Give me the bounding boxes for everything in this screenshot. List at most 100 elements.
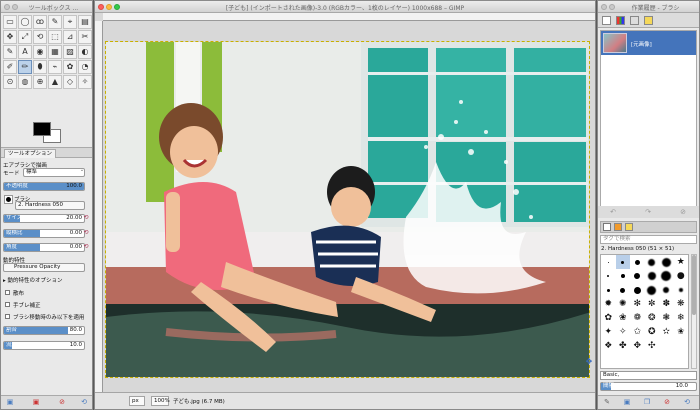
brush-thumbnail[interactable]: ✻ — [630, 297, 645, 311]
brush-thumbnail[interactable]: ✺ — [616, 297, 631, 311]
brush-thumbnail[interactable] — [601, 283, 616, 297]
tool-icon[interactable]: ▭ — [3, 15, 17, 29]
tool-icon[interactable]: ⟲ — [33, 30, 47, 44]
size-slider[interactable]: サイズ 20.00 — [3, 214, 85, 223]
tool-icon[interactable]: ✐ — [3, 60, 17, 74]
flow-slider[interactable]: 流量 10.0 — [3, 341, 85, 350]
angle-slider[interactable]: 角度 0.00 — [3, 243, 85, 252]
zoom-select[interactable]: 100% — [151, 396, 170, 406]
brush-thumbnail[interactable] — [645, 269, 660, 283]
brush-thumbnail[interactable] — [630, 283, 645, 297]
foreground-color-swatch[interactable] — [33, 122, 51, 136]
undo-icon[interactable]: ↶ — [608, 208, 618, 217]
brushes-tab-icon[interactable] — [603, 223, 611, 231]
brush-thumbnail[interactable]: ❋ — [674, 297, 689, 311]
tool-icon[interactable]: ✏ — [18, 60, 32, 74]
brush-thumbnail[interactable]: ❂ — [645, 311, 660, 325]
hard-checkbox[interactable] — [5, 314, 10, 319]
tool-icon[interactable]: ✂ — [78, 30, 92, 44]
canvas-area[interactable]: ✥ — [95, 13, 595, 392]
smooth-checkbox[interactable] — [5, 302, 10, 307]
redo-icon[interactable]: ↷ — [643, 208, 653, 217]
tool-icon[interactable]: ◐ — [78, 45, 92, 59]
tool-icon[interactable]: ◯ — [18, 15, 32, 29]
layers-tab-icon[interactable] — [602, 16, 611, 25]
delete-brush-icon[interactable]: ⊘ — [662, 398, 672, 407]
brush-grid[interactable]: ★ ● ✹ ✺ ✻ ✼ ✽ ❋ ✿ ❀ ❁ ❂ ❃ ❄ ✦ ✧ ✩ ✪ ✫ ✬ ❖ ✤ ✥ ✣ — [600, 254, 689, 369]
tool-icon[interactable]: ꝏ — [33, 15, 47, 29]
color-swatches[interactable] — [29, 119, 69, 149]
brush-thumbnail[interactable]: ✩ — [630, 325, 645, 339]
brush-thumbnail[interactable] — [601, 269, 616, 283]
brush-thumbnail[interactable]: ❃ — [659, 311, 674, 325]
brush-thumbnail[interactable]: ✤ — [616, 339, 631, 353]
spacing-slider[interactable]: 間隔 10.0 — [600, 382, 697, 391]
tab-tool-options[interactable]: ツールオプション — [4, 149, 57, 158]
tool-icon[interactable]: ✎ — [3, 45, 17, 59]
brush-thumbnail[interactable]: ★ — [674, 255, 689, 269]
reset-size-icon[interactable]: ⟲ — [83, 215, 89, 222]
history-list[interactable]: [元画像] — [600, 30, 697, 210]
brush-thumbnail[interactable]: ✦ — [601, 325, 616, 339]
brush-thumbnail[interactable]: ✿ — [601, 311, 616, 325]
image-titlebar[interactable]: [子ども] (インポートされた画像)-3.0 (RGBカラー、1枚のレイヤー) … — [95, 1, 595, 13]
reset-options-icon[interactable]: ⟲ — [79, 398, 89, 407]
brush-thumbnail[interactable] — [616, 269, 631, 283]
tool-icon[interactable]: ✎ — [48, 15, 62, 29]
tool-icon[interactable]: ⤢ — [18, 30, 32, 44]
reset-aspect-icon[interactable]: ⟲ — [83, 230, 89, 237]
brush-preset-select[interactable]: Basic, — [600, 371, 697, 380]
tool-icon[interactable]: ◍ — [18, 75, 32, 89]
navigate-icon[interactable]: ✥ — [585, 358, 593, 366]
tool-icon[interactable]: A — [18, 45, 32, 59]
save-preset-icon[interactable]: ▣ — [5, 398, 15, 407]
vertical-ruler[interactable] — [95, 21, 103, 392]
refresh-brushes-icon[interactable]: ⟲ — [682, 398, 692, 407]
brush-thumbnail[interactable]: ✼ — [645, 297, 660, 311]
scrollbar-thumb[interactable] — [692, 255, 696, 315]
edit-brush-icon[interactable]: ✎ — [602, 398, 612, 407]
new-brush-icon[interactable]: ▣ — [622, 398, 632, 407]
opacity-slider[interactable]: 不透明度 100.0 — [3, 182, 85, 191]
brush-thumbnail[interactable]: ✽ — [659, 297, 674, 311]
brush-thumbnail[interactable]: ✧ — [616, 325, 631, 339]
brush-thumbnail[interactable] — [674, 283, 689, 297]
brush-thumbnail[interactable] — [645, 283, 660, 297]
brush-field[interactable]: 2. Hardness 050 — [15, 201, 85, 210]
tool-icon[interactable]: ✥ — [3, 30, 17, 44]
rate-slider[interactable]: 割合 80.0 — [3, 326, 85, 335]
tool-icon[interactable]: ⬮ — [33, 60, 47, 74]
tool-icon[interactable]: ⌁ — [48, 60, 62, 74]
tool-icon[interactable]: ⊿ — [63, 30, 77, 44]
paths-tab-icon[interactable] — [630, 16, 639, 25]
brush-thumbnail[interactable] — [630, 255, 645, 269]
brush-thumbnail[interactable] — [601, 255, 616, 269]
dynamics-field[interactable]: Pressure Opacity — [3, 263, 85, 272]
brush-thumbnail[interactable]: ❄ — [674, 311, 689, 325]
restore-preset-icon[interactable]: ▣ — [31, 398, 41, 407]
brushes-titlebar[interactable]: 作業履歴 - ブラシ — [598, 1, 699, 13]
brush-thumbnail[interactable] — [630, 269, 645, 283]
tool-icon[interactable]: ⌖ — [63, 15, 77, 29]
tool-icon[interactable]: ◉ — [33, 45, 47, 59]
gradients-tab-icon[interactable] — [625, 223, 633, 231]
channels-tab-icon[interactable] — [616, 16, 625, 25]
brush-thumbnail[interactable]: ✥ — [630, 339, 645, 353]
brush-thumbnail[interactable]: ● — [674, 269, 689, 283]
tool-icon[interactable]: ▨ — [63, 45, 77, 59]
brush-scrollbar[interactable] — [691, 254, 697, 369]
tool-icon[interactable]: ✧ — [78, 75, 92, 89]
toolbox-titlebar[interactable]: ツールボックス ... — [1, 1, 92, 13]
tool-icon[interactable]: ⊕ — [33, 75, 47, 89]
aspect-slider[interactable]: 縦横比 0.00 — [3, 229, 85, 238]
tool-icon[interactable]: ⊙ — [3, 75, 17, 89]
brush-thumbnail[interactable]: ✣ — [645, 339, 660, 353]
duplicate-brush-icon[interactable]: ❐ — [642, 398, 652, 407]
delete-preset-icon[interactable]: ⊘ — [57, 398, 67, 407]
brush-thumbnail[interactable] — [659, 255, 674, 269]
brush-thumbnail[interactable]: ✪ — [645, 325, 660, 339]
brush-thumbnail[interactable]: ✫ — [659, 325, 674, 339]
tool-icon[interactable]: ▦ — [48, 45, 62, 59]
brush-thumbnail[interactable]: ✹ — [601, 297, 616, 311]
brush-thumbnail[interactable] — [659, 269, 674, 283]
